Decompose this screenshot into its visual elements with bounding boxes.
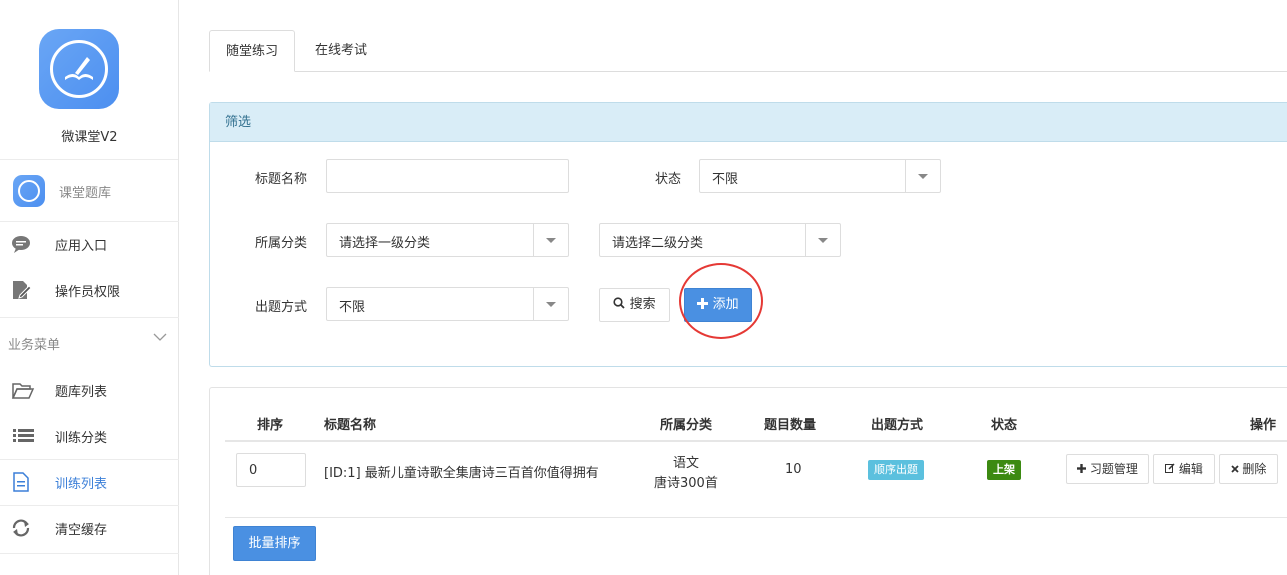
tab-classroom-practice[interactable]: 随堂练习 — [209, 30, 296, 72]
app-name: 微课堂V2 — [61, 130, 118, 145]
search-icon — [613, 297, 626, 309]
category1-select-value: 请选择一级分类 — [339, 236, 431, 251]
row-count: 10 — [785, 462, 802, 477]
row-category-2: 唐诗300首 — [654, 476, 718, 491]
table-row-divider — [225, 517, 1287, 518]
add-button-label: 添加 — [712, 297, 739, 312]
tab-online-exam[interactable]: 在线考试 — [299, 30, 383, 72]
sidebar-item-question-bank[interactable]: 题库列表 — [0, 367, 179, 413]
sidebar: 微课堂V2 课堂题库 应用入口 操作员权限 业务菜单 题库列表 训练分类 训练列… — [0, 0, 179, 575]
divider — [0, 553, 179, 554]
folder-open-icon — [11, 383, 35, 399]
batch-sort-button[interactable]: 批量排序 — [233, 526, 316, 561]
section-label: 业务菜单 — [8, 338, 61, 353]
sidebar-item-label: 应用入口 — [55, 239, 108, 254]
category1-select[interactable]: 请选择一级分类 — [326, 223, 569, 257]
caret-down-icon — [533, 224, 568, 256]
section-business-menu[interactable]: 业务菜单 — [0, 318, 179, 364]
close-icon — [1230, 465, 1239, 473]
status-select-value: 不限 — [712, 172, 739, 187]
status-select[interactable]: 不限 — [699, 159, 941, 193]
sidebar-item-clear-cache[interactable]: 清空缓存 — [0, 505, 179, 551]
status-label: 状态 — [655, 172, 682, 187]
category2-select-value: 请选择二级分类 — [612, 236, 704, 251]
category2-select[interactable]: 请选择二级分类 — [599, 223, 841, 257]
filter-panel: 筛选 标题名称 状态 不限 所属分类 请选择一级分类 请选择二级分类 出题方式 … — [209, 102, 1287, 367]
edit-label: 编辑 — [1178, 462, 1203, 476]
mode-select-value: 不限 — [339, 300, 366, 315]
filter-panel-title: 筛选 — [210, 103, 1287, 142]
header-title: 标题名称 — [324, 418, 377, 433]
list-icon — [13, 429, 34, 442]
sidebar-item-training-list[interactable]: 训练列表 — [0, 459, 179, 505]
sidebar-item-label: 操作员权限 — [55, 285, 121, 300]
sidebar-item-operator-permission[interactable]: 操作员权限 — [0, 267, 179, 313]
sidebar-item-training-category[interactable]: 训练分类 — [0, 413, 179, 459]
app-logo[interactable] — [39, 29, 119, 109]
status-badge: 上架 — [987, 460, 1021, 480]
search-button[interactable]: 搜索 — [599, 288, 670, 322]
refresh-icon — [12, 519, 30, 537]
chevron-down-icon — [153, 333, 167, 341]
mode-label: 出题方式 — [255, 300, 308, 315]
table-header-divider — [225, 440, 1287, 442]
caret-down-icon — [533, 288, 568, 320]
document-icon — [13, 472, 29, 492]
question-manage-label: 习题管理 — [1089, 462, 1138, 476]
edit-button[interactable]: 编辑 — [1153, 454, 1215, 484]
caret-down-icon — [805, 224, 840, 256]
row-category-1: 语文 — [673, 456, 700, 471]
training-list-panel: 排序 标题名称 所属分类 题目数量 出题方式 状态 操作 0 [ID:1] 最新… — [209, 387, 1287, 575]
sidebar-item-app-entry[interactable]: 应用入口 — [0, 221, 179, 267]
mode-badge: 顺序出题 — [868, 460, 924, 480]
sidebar-item-label: 训练分类 — [55, 431, 108, 446]
sort-input-value: 0 — [249, 463, 258, 478]
header-count: 题目数量 — [764, 418, 817, 433]
module-icon[interactable] — [13, 175, 45, 207]
category-label: 所属分类 — [255, 236, 308, 251]
title-input[interactable] — [326, 159, 569, 193]
header-status: 状态 — [991, 418, 1018, 433]
header-mode: 出题方式 — [871, 418, 924, 433]
delete-button[interactable]: 删除 — [1219, 454, 1278, 484]
sidebar-item-label: 清空缓存 — [55, 523, 108, 538]
caret-down-icon — [905, 160, 940, 192]
tab-bar: 随堂练习 在线考试 — [209, 30, 1287, 72]
module-label[interactable]: 课堂题库 — [59, 182, 111, 201]
plus-icon — [697, 298, 709, 309]
book-pen-icon — [65, 57, 93, 80]
edit-icon — [1165, 463, 1175, 473]
mode-select[interactable]: 不限 — [326, 287, 569, 321]
plus-icon — [1077, 464, 1087, 473]
delete-label: 删除 — [1242, 462, 1267, 476]
logo-area: 微课堂V2 — [0, 0, 178, 160]
sidebar-item-label: 训练列表 — [55, 477, 108, 492]
question-manage-button[interactable]: 习题管理 — [1066, 454, 1149, 484]
chat-bubble-icon — [12, 236, 30, 253]
sidebar-item-label: 题库列表 — [55, 385, 108, 400]
title-label: 标题名称 — [255, 172, 308, 187]
edit-document-icon — [13, 281, 32, 299]
header-sort: 排序 — [257, 418, 284, 433]
header-category: 所属分类 — [660, 418, 713, 433]
row-title: [ID:1] 最新儿童诗歌全集唐诗三百首你值得拥有 — [324, 466, 599, 481]
add-button[interactable]: 添加 — [684, 288, 752, 322]
sort-input[interactable]: 0 — [236, 453, 306, 487]
header-ops: 操作 — [1250, 418, 1277, 433]
search-button-label: 搜索 — [629, 297, 656, 312]
